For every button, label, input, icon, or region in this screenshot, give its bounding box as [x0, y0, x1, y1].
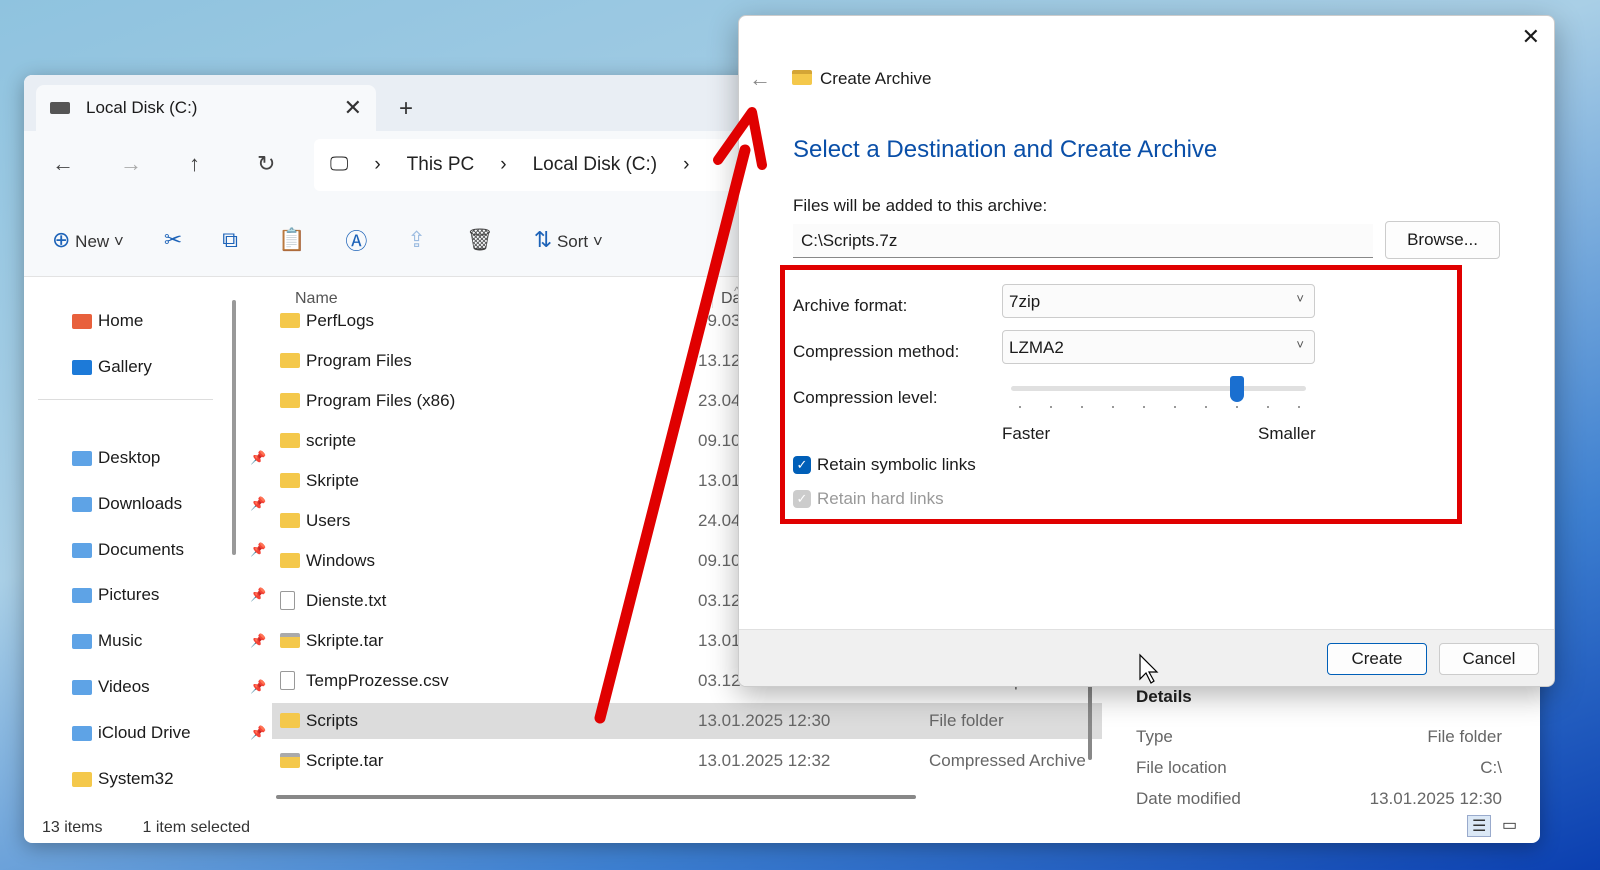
arrow-shaft	[594, 144, 751, 724]
red-arrow-annotation	[594, 107, 1159, 724]
mouse-cursor-icon	[1139, 653, 1159, 684]
